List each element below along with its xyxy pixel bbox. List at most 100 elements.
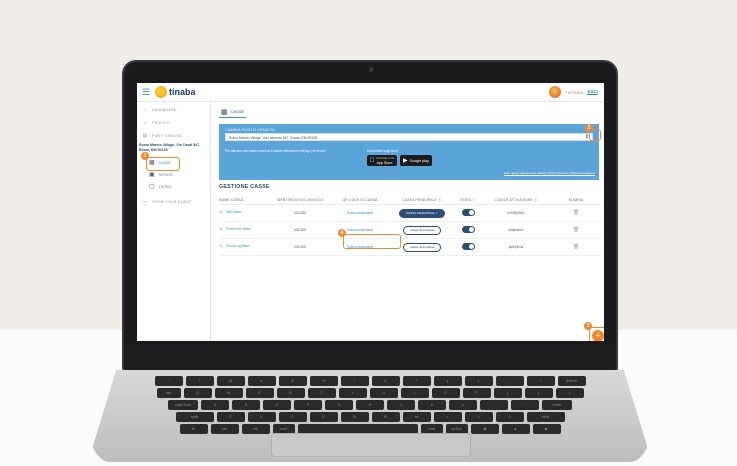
- sidebar-item-listini[interactable]: ▢ LISTINI: [137, 182, 210, 191]
- column-header: NOME CASSA: [219, 197, 244, 202]
- sidebar-item-label: PROFILO: [152, 121, 170, 125]
- callout-1: 1: [141, 152, 149, 160]
- keyboard-key: caps lock: [168, 400, 198, 410]
- keyboard-key: *: [402, 376, 431, 386]
- tab-casse[interactable]: ▦ CASSE: [219, 106, 247, 118]
- callout-4: 4: [338, 229, 346, 237]
- register-name[interactable]: Prova Punt Bisso: [226, 228, 250, 232]
- status-cell: [455, 243, 481, 251]
- keyboard-key: _: [495, 376, 524, 386]
- keyboard-key: Y: [338, 388, 367, 398]
- main-content: ▦ CASSE CAMBIA PUNTO VENDITA Roma Marmo …: [213, 102, 604, 341]
- keyboard-key: shift: [526, 412, 565, 422]
- keyboard: ~! @ # $% ^ & *() _ + delete tab Q W E R T Y U I O P{} | cap…: [112, 376, 628, 434]
- app-store-label: App Store: [372, 160, 393, 165]
- keyboard-key: $: [278, 376, 307, 386]
- keyboard-key: A: [201, 400, 229, 410]
- keyboard-key: J: [387, 400, 415, 410]
- keyboard-key: X: [247, 412, 276, 422]
- logout-link[interactable]: ESCI: [587, 89, 598, 95]
- edit-icon[interactable]: ✎: [219, 210, 223, 216]
- callout-3: 3: [584, 322, 592, 330]
- user-area: TINTINBA ESCI: [549, 86, 598, 98]
- register-name[interactable]: Prova Log Bisso: [226, 245, 249, 249]
- register-name[interactable]: BAR Bisso: [226, 211, 241, 215]
- sidebar-item-profile[interactable]: ☺ PROFILO: [137, 118, 210, 128]
- trash-icon[interactable]: 🗑: [573, 244, 579, 250]
- sidebar: ⌂ DASHBOARD ☺ PROFILO ▤ PUNTI VENDITA Ro…: [137, 102, 211, 341]
- top-bar: ☰ tinaba TINTINBA ESCI: [137, 83, 604, 102]
- edit-icon[interactable]: ✎: [219, 244, 223, 250]
- keyboard-key: P: [462, 388, 491, 398]
- status-toggle[interactable]: [461, 243, 475, 250]
- sidebar-item-dashboard[interactable]: ⌂ DASHBOARD: [137, 105, 210, 115]
- download-qr-link[interactable]: Scarica espositore: [331, 211, 389, 215]
- logo[interactable]: tinaba: [155, 86, 196, 98]
- keyboard-key: M: [402, 412, 431, 422]
- register-name-cell: ✎ BAR Bisso: [219, 210, 269, 216]
- trash-icon[interactable]: 🗑: [573, 210, 579, 216]
- keyboard-key: C: [278, 412, 307, 422]
- google-play-button[interactable]: ▶ Google play: [400, 155, 432, 166]
- keyboard-key: V: [309, 412, 338, 422]
- sidebar-item-label: GROW YOUR CLIENT: [152, 200, 192, 204]
- keyboard-key: S: [232, 400, 260, 410]
- table-row: ✎ Prova Punt Bisso 1001302 Scarica espos…: [219, 222, 601, 239]
- delete-cell: 🗑: [551, 210, 601, 216]
- price-list-icon: ▢: [149, 184, 155, 190]
- keyboard-key: N: [371, 412, 400, 422]
- keyboard-key: tab: [156, 388, 181, 398]
- store-select[interactable]: Roma Marmo Village, Via Ustrenes 547, Ro…: [225, 133, 593, 141]
- logo-text: tinaba: [169, 87, 196, 97]
- sidebar-item-serate[interactable]: ▣ SERATE: [137, 170, 210, 179]
- trash-icon[interactable]: 🗑: [573, 227, 579, 233]
- add-button-highlight: [589, 327, 604, 341]
- edit-icon[interactable]: ✎: [219, 227, 223, 233]
- keyboard-key: Q: [183, 388, 212, 398]
- sidebar-item-label: PUNTI VENDITA: [152, 134, 182, 138]
- casse-highlight: [146, 157, 180, 171]
- cash-registers-table: NOME CASSA IDENTIFICATIVO UNIVOCO QR COD…: [219, 195, 601, 256]
- trackpad[interactable]: [271, 433, 471, 457]
- selected-store-address[interactable]: Roma Marmo Village, Via Casal 547, Roma,…: [137, 143, 210, 153]
- calendar-icon: ▣: [149, 172, 155, 178]
- status-toggle[interactable]: [461, 209, 475, 216]
- store-select-value: Roma Marmo Village, Via Ustrenes 547, Ro…: [229, 135, 317, 140]
- keyboard-key: B: [340, 412, 369, 422]
- keyboard-key: enter: [542, 400, 572, 410]
- cash-register-icon: ▦: [221, 108, 228, 116]
- sidebar-item-label: SERATE: [158, 172, 173, 177]
- keyboard-key: !: [185, 376, 214, 386]
- column-header: CODICE ATTIVAZIONE ⓘ: [494, 198, 538, 202]
- keyboard-key: shift: [175, 412, 214, 422]
- status-toggle[interactable]: [461, 226, 475, 233]
- keyboard-key: K: [418, 400, 446, 410]
- keyboard-key: >: [464, 412, 493, 422]
- sidebar-item-punti-vendita[interactable]: ▤ PUNTI VENDITA: [137, 131, 210, 141]
- keyboard-key: ): [464, 376, 493, 386]
- status-cell: [455, 226, 481, 234]
- tinaba-logo-icon: [155, 86, 167, 98]
- keyboard-key: L: [449, 400, 477, 410]
- keyboard-key: O: [431, 388, 460, 398]
- column-header: CASSA PRINCIPALE ⓘ: [402, 198, 442, 202]
- sidebar-item-grow-your-client[interactable]: ⤙ GROW YOUR CLIENT: [137, 197, 210, 207]
- status-cell: [455, 209, 481, 217]
- principal-cell: CASSA PRINCIPALE ✓: [389, 208, 455, 218]
- avatar[interactable]: [549, 86, 562, 98]
- hamburger-menu-icon[interactable]: ☰: [142, 87, 150, 98]
- keyboard-key: +: [526, 376, 555, 386]
- delete-cell: 🗑: [551, 227, 601, 233]
- secondary-register-button[interactable]: Cassa Secondaria: [402, 242, 442, 252]
- keyboard-key: ?: [495, 412, 524, 422]
- keyboard-key: ": [511, 400, 539, 410]
- principal-register-button[interactable]: CASSA PRINCIPALE ✓: [399, 208, 445, 218]
- keyboard-row: ~! @ # $% ^ & *() _ + delete: [112, 376, 628, 386]
- pos-info-link[interactable]: a clic qui per sapere come attivare i PO…: [504, 171, 595, 175]
- column-header: QR CODE DI CASSA: [342, 197, 378, 202]
- keyboard-key: H: [356, 400, 384, 410]
- megaphone-icon: ⤙: [142, 199, 148, 205]
- register-id: 1001303: [293, 245, 307, 249]
- app-store-button[interactable]:  Download on the App Store: [367, 155, 398, 166]
- secondary-register-button[interactable]: Cassa Secondaria: [402, 225, 442, 235]
